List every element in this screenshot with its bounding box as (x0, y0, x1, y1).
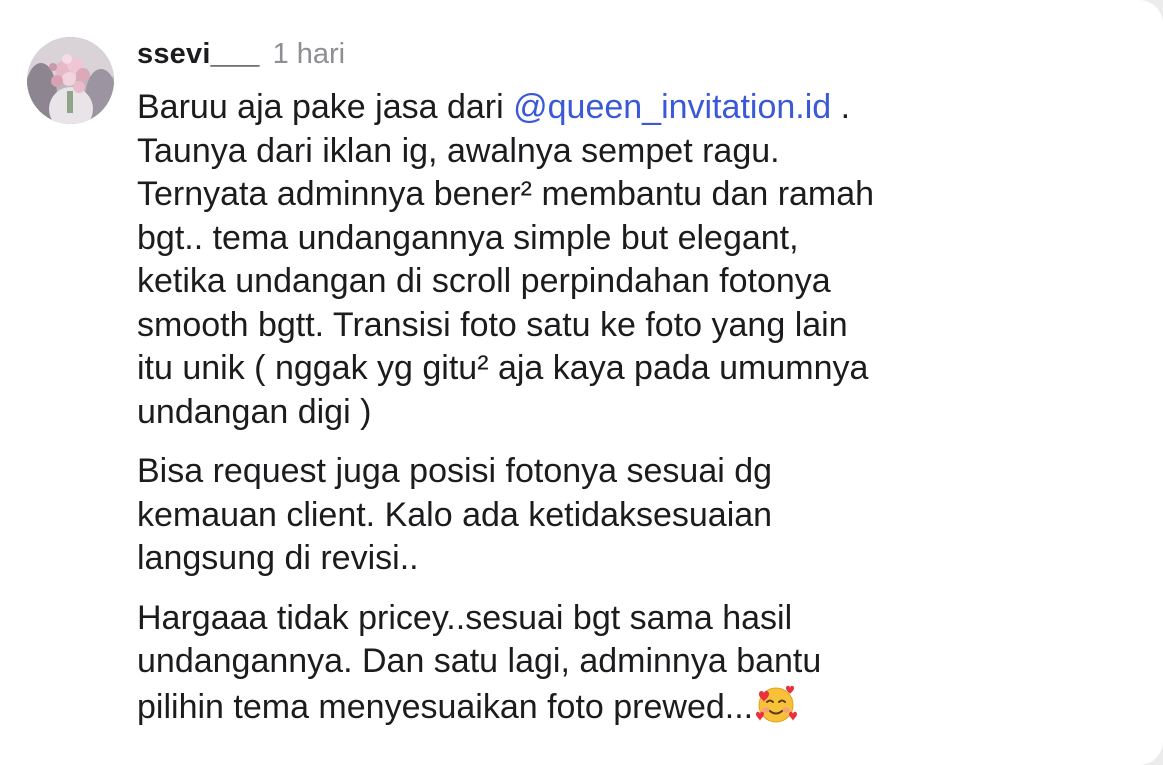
comment-text: pilihin tema menyesuaikan foto prewed... (137, 687, 754, 726)
timestamp: 1 hari (272, 38, 346, 70)
comment-line: Bisa request juga posisi fotonya sesuai … (137, 452, 773, 490)
comment-line: undangannya. Dan satu lagi, adminnya ban… (137, 642, 822, 680)
comment-line: kemauan client. Kalo ada ketidaksesuaian (137, 495, 773, 534)
comment-line: langsung di revisi.. (137, 539, 419, 577)
comment-line: smooth bgtt. Transisi foto satu ke foto … (137, 305, 848, 344)
comment-header: ssevi___ 1 hari (137, 38, 345, 78)
comment-body: Baruu aja pake jasa dari @queen_invitati… (137, 86, 1137, 745)
comment-text: Baruu aja pake jasa dari (137, 88, 514, 126)
comment-card: ssevi___ 1 hari Baruu aja pake jasa dari… (0, 0, 1163, 765)
comment-line: Ternyata adminnya bener² membantu dan ra… (137, 175, 875, 213)
comment-paragraph-2: Bisa request juga posisi fotonya sesuai … (137, 450, 1137, 581)
comment-line: itu unik ( nggak yg gitu² aja kaya pada … (137, 349, 869, 387)
avatar-photo (27, 37, 114, 124)
comment-line: Hargaaa tidak pricey..sesuai bgt sama ha… (137, 598, 793, 637)
mention-link[interactable]: @queen_invitation.id (513, 88, 831, 126)
comment-line: ketika undangan di scroll perpindahan fo… (137, 262, 831, 300)
comment-line: undangan digi ) (137, 392, 372, 431)
comment-line: pilihin tema menyesuaikan foto prewed... (137, 684, 1137, 730)
comment-paragraph-1: Baruu aja pake jasa dari @queen_invitati… (137, 86, 1137, 434)
username-link[interactable]: ssevi___ (137, 38, 260, 71)
comment-paragraph-3: Hargaaa tidak pricey..sesuai bgt sama ha… (137, 597, 1137, 730)
comment-line: Baruu aja pake jasa dari @queen_invitati… (137, 86, 1137, 130)
comment-text: . (831, 88, 851, 126)
comment-line: bgt.. tema undangannya simple but elegan… (137, 218, 799, 257)
comment-line: Taunya dari iklan ig, awalnya sempet rag… (137, 131, 780, 170)
avatar[interactable] (27, 37, 114, 124)
smiling-face-with-hearts-icon (753, 684, 799, 724)
